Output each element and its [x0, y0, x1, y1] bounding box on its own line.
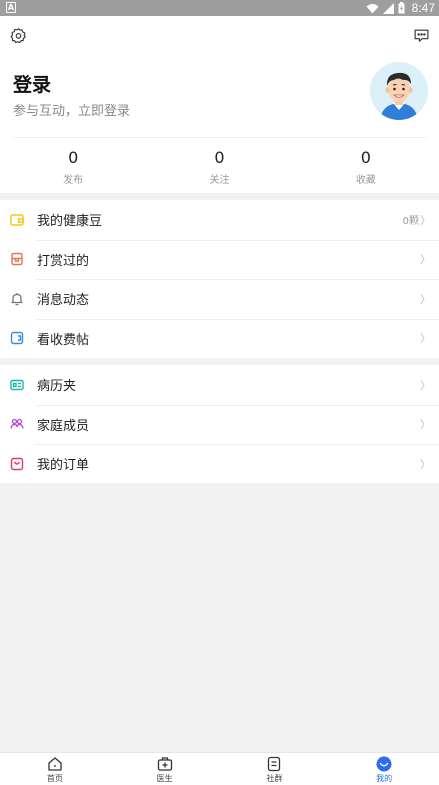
profile-header: 登录 参与互动，立即登录 0 发布 0 关注 0 收藏: [0, 16, 439, 193]
message-button[interactable]: [410, 24, 432, 46]
bell-icon: [10, 292, 24, 306]
stat-following[interactable]: 0 关注: [146, 148, 292, 186]
chevron-right-icon: 〉: [420, 457, 431, 471]
doctor-kit-icon: [157, 756, 173, 772]
chevron-right-icon: 〉: [420, 332, 431, 346]
signal-icon: [383, 2, 394, 14]
gear-icon: [9, 27, 26, 43]
stat-posts[interactable]: 0 发布: [0, 148, 146, 186]
stat-favorites-value: 0: [360, 148, 371, 167]
tab-mine[interactable]: 我的: [329, 753, 439, 785]
battery-icon: [398, 2, 405, 14]
stats-bar: 0 发布 0 关注 0 收藏: [0, 148, 439, 186]
tab-label: 首页: [46, 774, 63, 783]
home-icon: [47, 756, 63, 772]
menu-item-label: 消息动态: [37, 293, 90, 309]
menu-group-account: 我的健康豆 0颗 〉 打赏过的 〉 消息动态 〉 看收费帖 〉: [0, 200, 439, 358]
tab-doctor[interactable]: 医生: [110, 753, 220, 785]
community-icon: [266, 756, 282, 772]
medical-record-icon: [10, 378, 24, 392]
clock: 8:47: [411, 1, 435, 15]
tab-community[interactable]: 社群: [220, 753, 330, 785]
chevron-right-icon: 〉: [420, 253, 431, 267]
avatar[interactable]: [370, 62, 428, 120]
order-bag-icon: [10, 457, 24, 471]
wifi-icon: [366, 3, 379, 13]
stat-posts-label: 发布: [63, 175, 84, 186]
stat-favorites[interactable]: 0 收藏: [293, 148, 439, 186]
menu-item-family-members[interactable]: 家庭成员 〉: [0, 404, 439, 445]
chevron-right-icon: 〉: [420, 292, 431, 306]
menu-item-label: 病历夹: [37, 379, 77, 395]
menu-group-health: 病历夹 〉 家庭成员 〉 我的订单 〉: [0, 365, 439, 483]
menu-item-notifications[interactable]: 消息动态 〉: [0, 279, 439, 319]
tab-label: 社群: [266, 774, 283, 783]
login-subtitle[interactable]: 参与互动，立即登录: [13, 100, 130, 119]
menu-item-orders[interactable]: 我的订单 〉: [0, 444, 439, 484]
notification-icon: A: [6, 2, 16, 13]
chevron-right-icon: 〉: [420, 378, 431, 392]
stat-following-label: 关注: [209, 175, 230, 186]
stat-favorites-label: 收藏: [355, 175, 376, 186]
default-avatar-icon: [370, 62, 428, 120]
profile-smile-icon: [376, 756, 392, 772]
menu-item-label: 打赏过的: [37, 253, 90, 269]
status-icons: [366, 2, 405, 14]
chat-bubble-icon: [414, 29, 428, 42]
bottom-navigation: 首页 医生 社群 我的: [0, 752, 439, 785]
status-bar: A 8:47: [0, 0, 439, 16]
menu-item-label: 家庭成员: [37, 418, 90, 434]
menu-item-label: 我的订单: [37, 458, 90, 474]
login-title[interactable]: 登录: [13, 70, 51, 97]
menu-item-paid-posts[interactable]: 看收费帖 〉: [0, 318, 439, 359]
tab-label: 我的: [376, 774, 393, 783]
menu-item-medical-records[interactable]: 病历夹 〉: [0, 365, 439, 405]
chevron-right-icon: 〉: [420, 418, 431, 432]
reward-box-icon: [10, 252, 24, 266]
menu-item-label: 我的健康豆: [37, 214, 103, 230]
header-divider: [13, 137, 426, 138]
family-icon: [10, 417, 24, 431]
health-beans-count: 0颗: [402, 216, 419, 228]
chevron-right-icon: 〉: [420, 213, 431, 227]
menu-item-label: 看收费帖: [37, 332, 90, 348]
paid-post-icon: [10, 331, 24, 345]
menu-item-health-beans[interactable]: 我的健康豆 0颗 〉: [0, 200, 439, 240]
settings-button[interactable]: [7, 24, 29, 46]
tab-label: 医生: [156, 774, 173, 783]
stat-posts-value: 0: [68, 148, 79, 167]
wallet-icon: [10, 213, 24, 227]
stat-following-value: 0: [214, 148, 225, 167]
tab-home[interactable]: 首页: [0, 753, 110, 785]
menu-item-rewarded[interactable]: 打赏过的 〉: [0, 239, 439, 280]
